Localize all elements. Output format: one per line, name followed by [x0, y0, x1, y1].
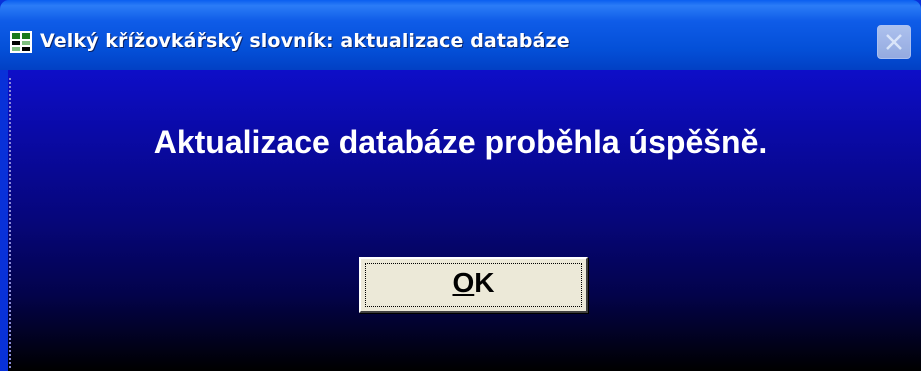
dialog-window: Velký křížovkářský slovník: aktualizace …	[0, 0, 921, 371]
window-title: Velký křížovkářský slovník: aktualizace …	[40, 30, 570, 52]
close-button[interactable]	[877, 25, 911, 59]
title-bar[interactable]: Velký křížovkářský slovník: aktualizace …	[0, 0, 921, 70]
ok-button[interactable]: OK	[359, 257, 588, 313]
dialog-client-area	[8, 70, 921, 371]
close-icon	[886, 34, 902, 50]
ok-mnemonic: O	[452, 267, 475, 298]
app-icon	[10, 31, 32, 53]
focus-border	[9, 78, 11, 368]
ok-label-rest: K	[474, 267, 495, 298]
window-frame-left	[0, 70, 8, 371]
status-message: Aktualizace databáze proběhla úspěšně.	[153, 124, 768, 160]
ok-button-label: OK	[361, 267, 586, 299]
